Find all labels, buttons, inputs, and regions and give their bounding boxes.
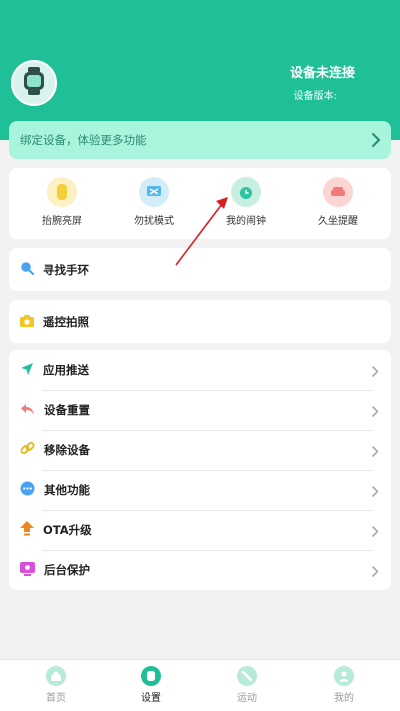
home-icon	[46, 666, 66, 686]
tab-profile[interactable]: 我的	[314, 666, 374, 704]
do-not-disturb-icon	[139, 177, 169, 207]
tab-label: 我的	[334, 693, 354, 704]
quick-actions-card: 抬腕亮屏 勿扰模式 我的闹钟 久坐提醒	[9, 168, 391, 239]
bind-device-banner[interactable]: 绑定设备，体验更多功能	[9, 121, 391, 159]
watch-settings-icon	[141, 666, 161, 686]
sedentary-sofa-icon	[323, 177, 353, 207]
quick-action-sedentary[interactable]: 久坐提醒	[303, 177, 373, 227]
list-item-device-reset[interactable]: 设备重置	[9, 390, 391, 430]
list-item-label: 应用推送	[43, 363, 89, 377]
send-icon	[20, 361, 34, 380]
search-icon	[20, 260, 34, 279]
chevron-right-icon	[371, 403, 379, 422]
header: 设备未连接 设备版本:	[0, 0, 400, 140]
quick-action-label: 我的闹钟	[226, 216, 266, 227]
quick-action-do-not-disturb[interactable]: 勿扰模式	[119, 177, 189, 227]
remote-photo-row[interactable]: 遥控拍照	[9, 300, 391, 343]
quick-action-label: 勿扰模式	[134, 216, 174, 227]
list-item-background-protect[interactable]: 后台保护	[9, 550, 391, 590]
list-item-label: 其他功能	[44, 483, 90, 497]
chevron-right-icon	[371, 563, 379, 582]
tab-sport[interactable]: 运动	[217, 666, 277, 704]
tab-label: 首页	[46, 693, 66, 704]
tab-label: 运动	[237, 693, 257, 704]
sport-icon	[237, 666, 257, 686]
quick-action-label: 久坐提醒	[318, 216, 358, 227]
reset-icon	[20, 401, 35, 420]
list-item-label: OTA升级	[43, 523, 92, 537]
quick-action-wrist-raise[interactable]: 抬腕亮屏	[27, 177, 97, 227]
chevron-right-icon	[371, 443, 379, 462]
upgrade-icon	[20, 520, 34, 540]
quick-action-label: 抬腕亮屏	[42, 216, 82, 227]
alarm-clock-icon	[231, 177, 261, 207]
quick-action-alarm[interactable]: 我的闹钟	[211, 177, 281, 227]
camera-icon	[20, 312, 34, 331]
tab-label: 设置	[141, 693, 161, 704]
device-avatar[interactable]	[11, 60, 57, 106]
remote-photo-label: 遥控拍照	[43, 314, 89, 329]
list-item-app-push[interactable]: 应用推送	[9, 350, 391, 390]
list-item-label: 移除设备	[44, 443, 90, 457]
bottom-tab-bar: 首页 设置 运动 我的	[0, 659, 400, 711]
chevron-right-icon	[371, 132, 381, 152]
wrist-raise-icon	[47, 177, 77, 207]
settings-list: 应用推送 设备重置 移除设备 其他功能 OTA升级 后台保护	[9, 350, 391, 590]
background-protect-icon	[20, 561, 35, 580]
tab-home[interactable]: 首页	[26, 666, 86, 704]
find-band-label: 寻找手环	[43, 262, 89, 277]
find-band-row[interactable]: 寻找手环	[9, 248, 391, 291]
link-icon	[20, 441, 35, 460]
bind-banner-text: 绑定设备，体验更多功能	[20, 133, 147, 147]
list-item-label: 设备重置	[44, 403, 90, 417]
profile-icon	[334, 666, 354, 686]
list-item-other-functions[interactable]: 其他功能	[9, 470, 391, 510]
list-item-label: 后台保护	[44, 563, 90, 577]
chevron-right-icon	[371, 523, 379, 542]
chevron-right-icon	[371, 483, 379, 502]
chevron-right-icon	[371, 363, 379, 382]
tab-settings[interactable]: 设置	[121, 666, 181, 704]
list-item-ota-upgrade[interactable]: OTA升级	[9, 510, 391, 550]
more-icon	[20, 481, 35, 500]
device-version-label: 设备版本:	[293, 91, 337, 102]
device-status: 设备未连接	[289, 66, 355, 81]
list-item-remove-device[interactable]: 移除设备	[9, 430, 391, 470]
smartwatch-icon	[21, 66, 47, 100]
